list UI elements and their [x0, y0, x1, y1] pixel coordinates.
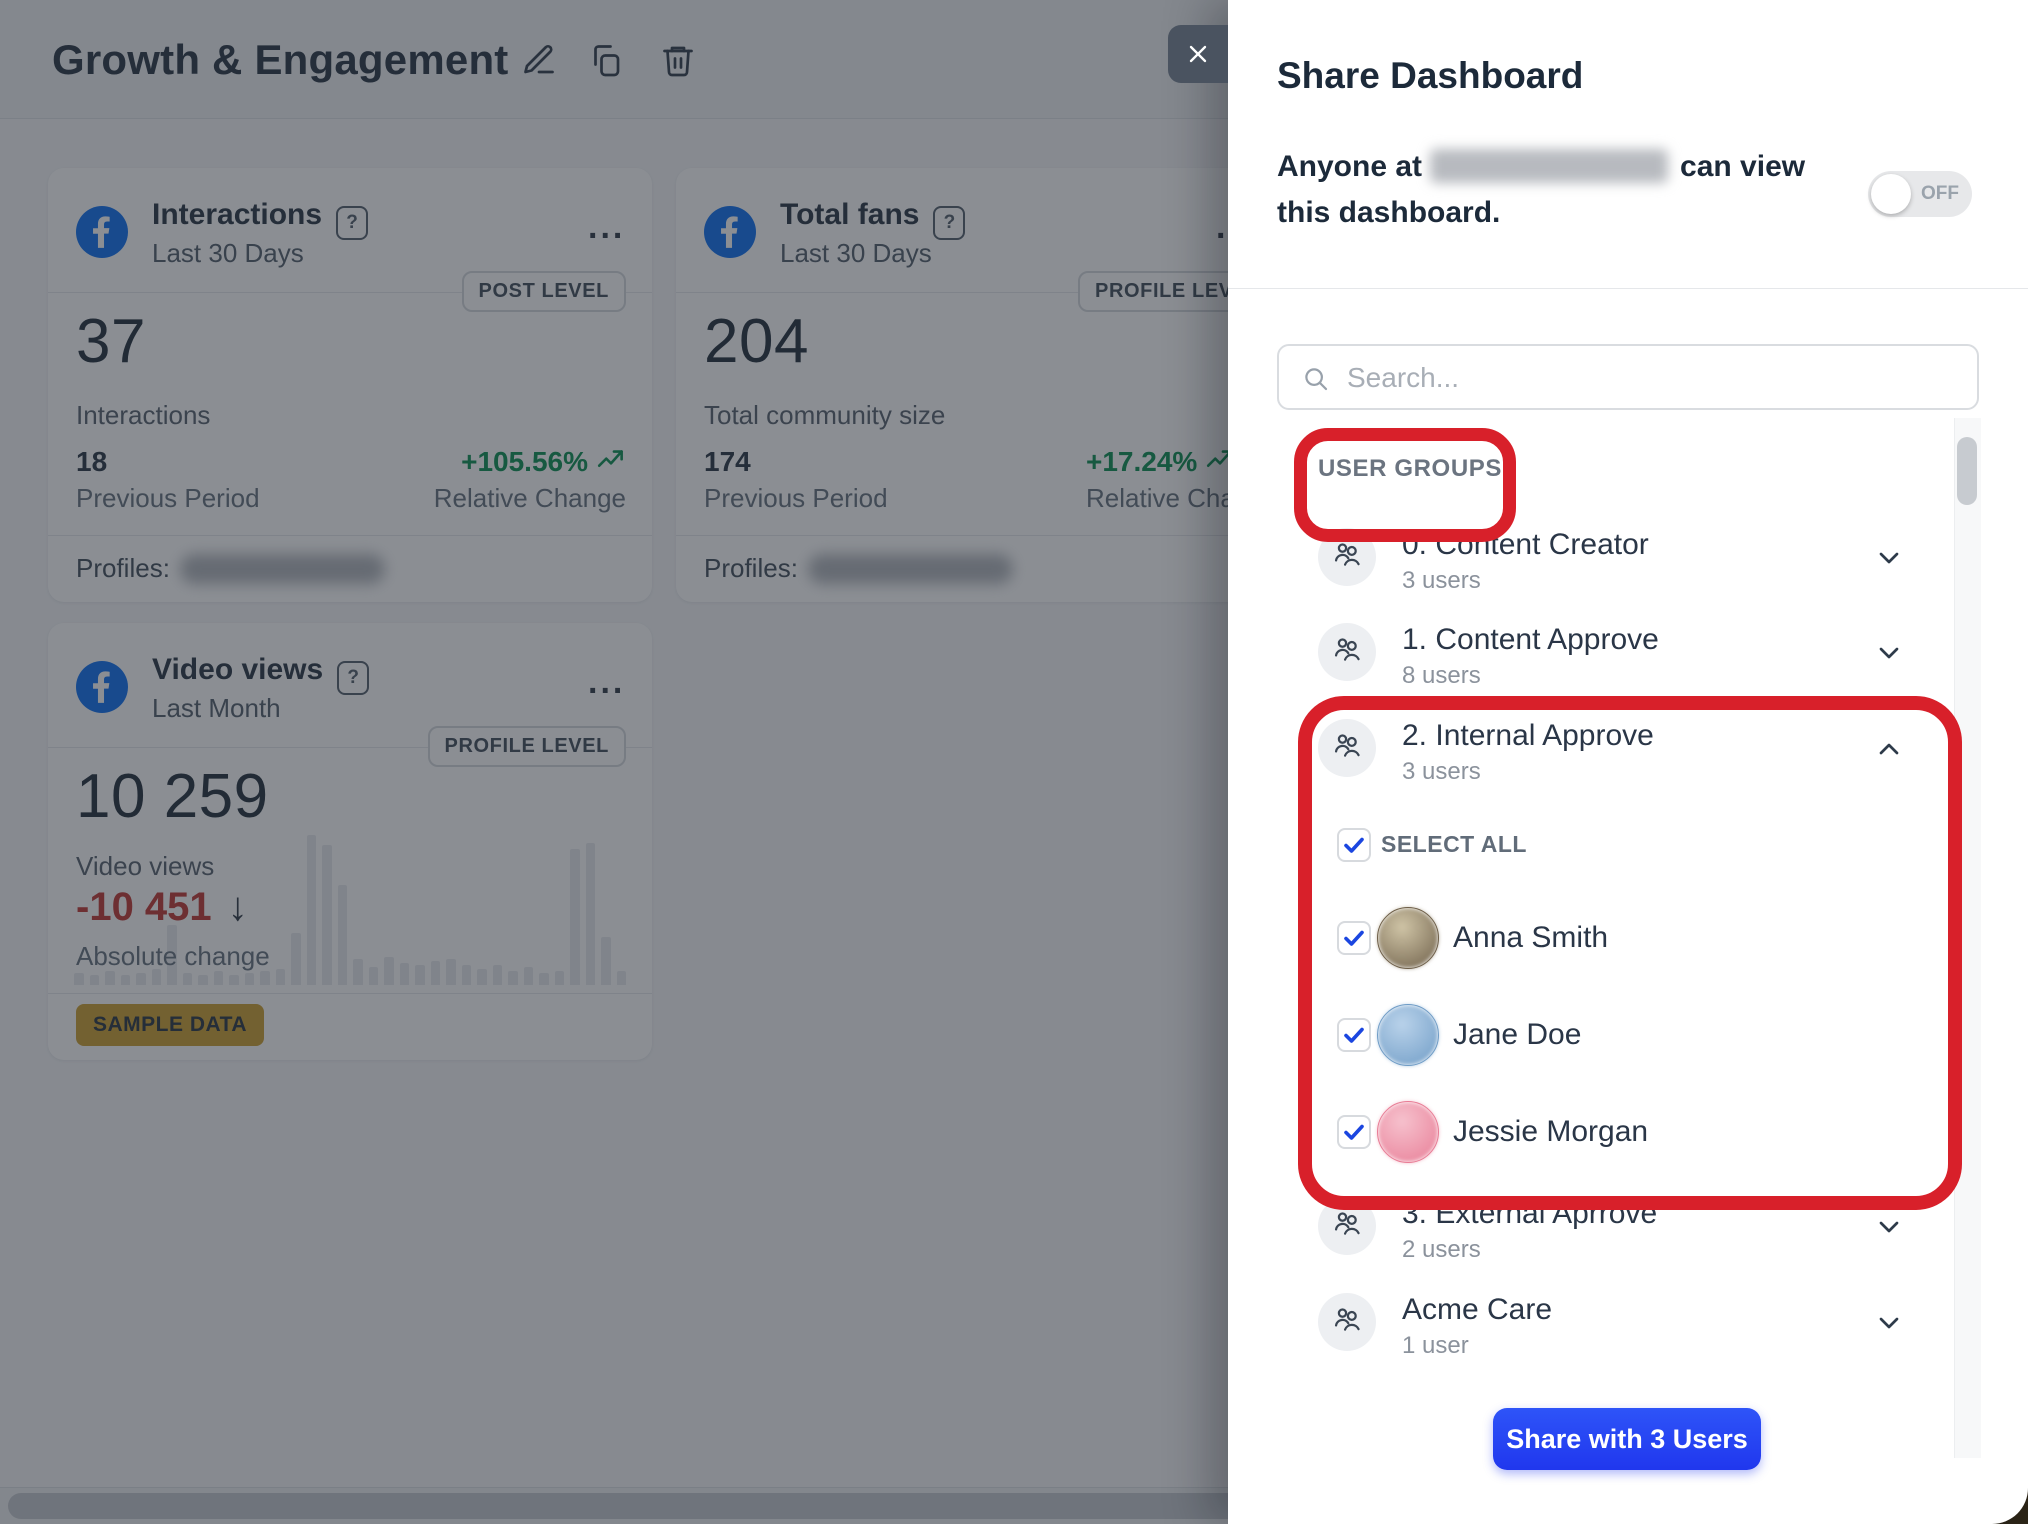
user-checkbox[interactable]	[1337, 921, 1371, 955]
select-all-row: SELECT ALL	[1228, 825, 1928, 865]
share-dashboard-panel: Share Dashboard Anyone atcan view this d…	[1228, 0, 2028, 1524]
description-prefix: Anyone at	[1277, 150, 1422, 183]
select-all-label: SELECT ALL	[1381, 831, 1527, 858]
users-icon	[1329, 728, 1365, 769]
user-name: Anna Smith	[1453, 921, 1608, 955]
chevron-down-icon[interactable]	[1873, 637, 1905, 669]
group-row-4[interactable]: Acme Care 1 user	[1228, 1274, 1988, 1370]
group-avatar	[1318, 528, 1376, 586]
user-avatar-ring	[1377, 1004, 1439, 1066]
user-checkbox[interactable]	[1337, 1115, 1371, 1149]
users-icon	[1329, 1302, 1365, 1343]
search-icon	[1301, 364, 1331, 394]
users-icon	[1329, 1206, 1365, 1247]
group-name: 3. External Aprrove	[1402, 1197, 1657, 1231]
group-avatar	[1318, 719, 1376, 777]
user-groups-section-label: USER GROUPS	[1318, 455, 1502, 483]
group-name: 1. Content Approve	[1402, 623, 1659, 657]
group-row-0[interactable]: 0. Content Creator 3 users	[1228, 509, 1988, 605]
share-button[interactable]: Share with 3 Users	[1493, 1408, 1761, 1470]
toggle-knob	[1871, 174, 1911, 214]
group-avatar	[1318, 623, 1376, 681]
group-user-count: 1 user	[1402, 1332, 1469, 1360]
chevron-down-icon[interactable]	[1873, 1307, 1905, 1339]
user-row-jane-doe: Jane Doe	[1228, 1005, 1928, 1071]
group-avatar	[1318, 1197, 1376, 1255]
group-row-3[interactable]: 3. External Aprrove 2 users	[1228, 1178, 1988, 1274]
app-window: Growth & Engagement Interactions? Last 3…	[0, 0, 2028, 1524]
group-user-count: 3 users	[1402, 567, 1481, 595]
user-avatar-ring	[1377, 907, 1439, 969]
group-user-count: 8 users	[1402, 662, 1481, 690]
chevron-up-icon[interactable]	[1873, 733, 1905, 765]
chevron-down-icon[interactable]	[1873, 1211, 1905, 1243]
user-row-jessie-morgan: Jessie Morgan	[1228, 1102, 1928, 1168]
user-avatar-ring	[1377, 1101, 1439, 1163]
divider	[1228, 288, 2028, 289]
toggle-state-label: OFF	[1921, 183, 1959, 205]
select-all-checkbox[interactable]	[1337, 828, 1371, 862]
share-description: Anyone atcan view this dashboard.	[1277, 144, 1857, 236]
users-icon	[1329, 632, 1365, 673]
chevron-down-icon[interactable]	[1873, 542, 1905, 574]
close-icon	[1184, 40, 1212, 68]
search-input[interactable]	[1345, 350, 1949, 406]
users-icon	[1329, 537, 1365, 578]
group-avatar	[1318, 1293, 1376, 1351]
group-user-count: 2 users	[1402, 1236, 1481, 1264]
close-button[interactable]	[1168, 25, 1228, 83]
user-row-anna-smith: Anna Smith	[1228, 908, 1928, 974]
group-name: 2. Internal Approve	[1402, 719, 1654, 753]
group-row-1[interactable]: 1. Content Approve 8 users	[1228, 604, 1988, 700]
redacted-account-name	[1430, 149, 1668, 183]
search-box	[1277, 344, 1979, 410]
user-checkbox[interactable]	[1337, 1018, 1371, 1052]
group-name: 0. Content Creator	[1402, 528, 1649, 562]
user-name: Jane Doe	[1453, 1018, 1581, 1052]
user-name: Jessie Morgan	[1453, 1115, 1648, 1149]
vertical-scrollbar-thumb[interactable]	[1957, 437, 1977, 505]
group-row-2[interactable]: 2. Internal Approve 3 users	[1228, 700, 1988, 796]
group-user-count: 3 users	[1402, 758, 1481, 786]
anyone-can-view-toggle[interactable]: OFF	[1868, 171, 1972, 217]
group-name: Acme Care	[1402, 1293, 1552, 1327]
panel-title: Share Dashboard	[1277, 55, 1583, 97]
